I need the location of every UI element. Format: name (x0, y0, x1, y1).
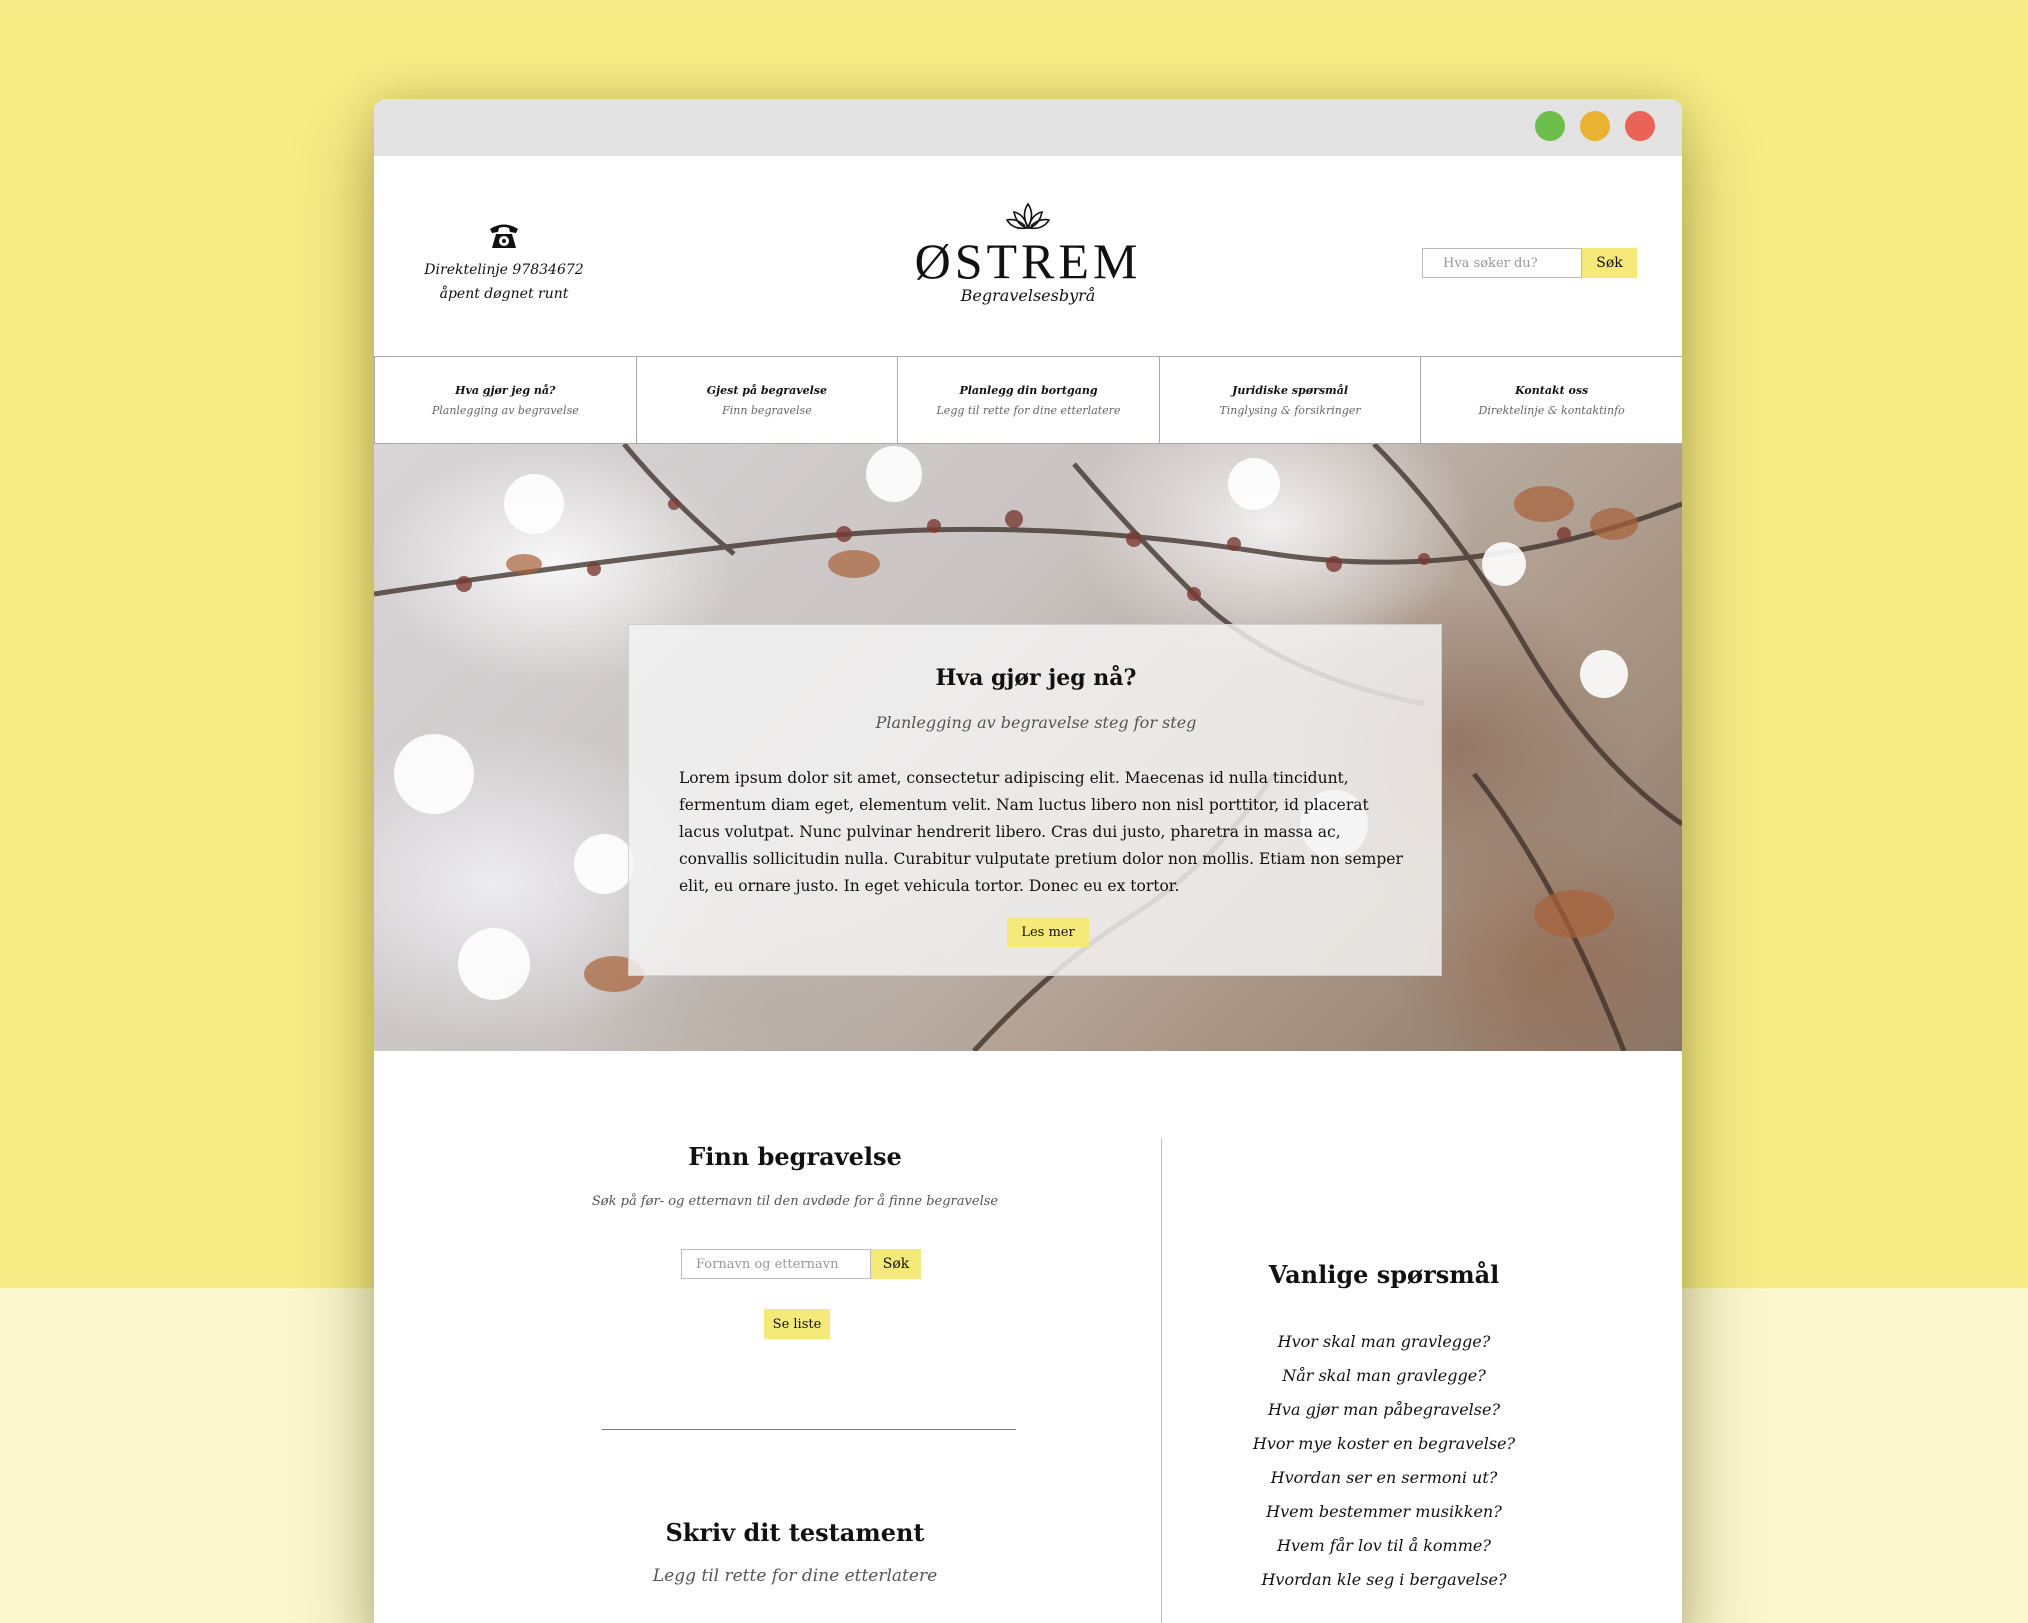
nav-item-title: Kontakt oss (1515, 384, 1589, 397)
faq-link[interactable]: Hvem bestemmer musikken? (1194, 1495, 1574, 1529)
see-list-button[interactable]: Se liste (764, 1309, 830, 1339)
nav-item-title: Juridiske spørsmål (1232, 384, 1348, 397)
finn-begravelse-title: Finn begravelse (688, 1142, 902, 1171)
search-button[interactable]: Søk (1582, 248, 1637, 278)
nav-item-gjest-pa-begravelse[interactable]: Gjest på begravelse Finn begravelse (637, 357, 899, 443)
nav-item-subtitle: Finn begravelse (722, 404, 812, 417)
browser-window: Direktelinje 97834672 åpent døgnet runt … (374, 99, 1682, 1623)
nav-item-kontakt-oss[interactable]: Kontakt oss Direktelinje & kontaktinfo (1421, 357, 1682, 443)
nav-item-planlegg-din-bortgang[interactable]: Planlegg din bortgang Legg til rette for… (898, 357, 1160, 443)
faq-link[interactable]: Hvor skal man gravlegge? (1194, 1325, 1574, 1359)
maximize-button[interactable] (1535, 111, 1565, 141)
read-more-button[interactable]: Les mer (1007, 917, 1089, 947)
hotline-number: Direktelinje 97834672 (424, 262, 584, 278)
hero-title: Hva gjør jeg nå? (935, 665, 1137, 691)
faq-link[interactable]: Hvordan ser en sermoni ut? (1194, 1461, 1574, 1495)
nav-item-subtitle: Planlegging av begravelse (431, 404, 579, 417)
main-navigation: Hva gjør jeg nå? Planlegging av begravel… (374, 356, 1682, 444)
nav-item-title: Gjest på begravelse (706, 384, 827, 397)
logo-name: ØSTREM (914, 233, 1142, 289)
nav-item-title: Hva gjør jeg nå? (455, 384, 556, 397)
faq-link[interactable]: Hvor mye koster en begravelse? (1194, 1427, 1574, 1461)
hero-subtitle: Planlegging av begravelse steg for steg (875, 713, 1197, 732)
site-logo[interactable]: ØSTREM Begravelsesbyrå (878, 200, 1178, 306)
nav-item-juridiske-sporsmal[interactable]: Juridiske spørsmål Tinglysing & forsikri… (1160, 357, 1422, 443)
faq-title: Vanlige spørsmål (1268, 1260, 1500, 1289)
nav-item-subtitle: Legg til rette for dine etterlatere (936, 404, 1121, 417)
lotus-icon (1005, 202, 1051, 230)
faq-list: Hvor skal man gravlegge? Når skal man gr… (1194, 1325, 1574, 1597)
faq-link[interactable]: Hvem får lov til å komme? (1194, 1529, 1574, 1563)
name-search-input[interactable] (681, 1249, 871, 1279)
title-bar (374, 99, 1682, 156)
faq-link[interactable]: Når skal man gravlegge? (1194, 1359, 1574, 1393)
close-button[interactable] (1625, 111, 1655, 141)
faq-link[interactable]: Hva gjør man påbegravelse? (1194, 1393, 1574, 1427)
hero-banner: Hva gjør jeg nå? Planlegging av begravel… (374, 444, 1682, 1051)
testament-subtitle: Legg til rette for dine etterlatere (652, 1566, 938, 1586)
faq-link[interactable]: Hvordan kle seg i bergavelse? (1194, 1563, 1574, 1597)
section-divider (602, 1429, 1016, 1430)
nav-item-title: Planlegg din bortgang (959, 384, 1098, 397)
nav-item-subtitle: Direktelinje & kontaktinfo (1478, 404, 1625, 417)
nav-item-hva-gjor-jeg-na[interactable]: Hva gjør jeg nå? Planlegging av begravel… (374, 357, 637, 443)
hero-card: Hva gjør jeg nå? Planlegging av begravel… (628, 624, 1442, 976)
web-page: Direktelinje 97834672 åpent døgnet runt … (374, 156, 1682, 1623)
column-divider (1161, 1138, 1162, 1623)
hotline-hours: åpent døgnet runt (439, 286, 569, 302)
telephone-icon (490, 224, 518, 248)
hotline-info: Direktelinje 97834672 åpent døgnet runt (414, 218, 594, 306)
finn-begravelse-subtitle: Søk på før- og etternavn til den avdøde … (591, 1194, 999, 1209)
nav-item-subtitle: Tinglysing & forsikringer (1219, 404, 1361, 417)
hero-body-text: Lorem ipsum dolor sit amet, consectetur … (679, 769, 1403, 895)
minimize-button[interactable] (1580, 111, 1610, 141)
funeral-search-button[interactable]: Søk (871, 1249, 921, 1279)
search-input[interactable] (1422, 248, 1582, 278)
funeral-search: Søk (681, 1249, 921, 1279)
site-search: Søk (1422, 248, 1637, 278)
testament-title: Skriv dit testament (665, 1518, 925, 1547)
